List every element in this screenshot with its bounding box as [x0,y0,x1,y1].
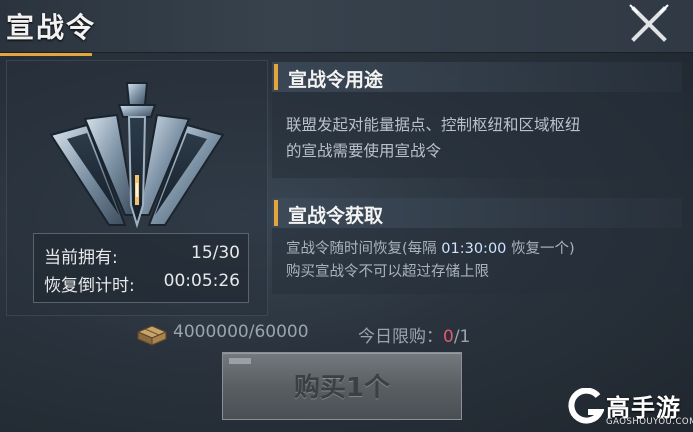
usage-line-2: 的宣战需要使用宣战令 [286,142,442,160]
acquire-prefix: 宣战令随时间恢复(每隔 [286,241,442,257]
usage-title: 宣战令用途 [288,69,384,91]
owned-label: 当前拥有: [44,248,118,268]
resource-crate-icon [136,325,168,346]
acquire-header: 宣战令获取 [272,198,682,228]
buy-label: 购买1个 [293,373,391,403]
limit-total: /1 [453,327,471,347]
stock-box: 当前拥有: 15/30 恢复倒计时: 00:05:26 [33,233,249,303]
limit-used: 0 [443,327,454,347]
timer-label: 恢复倒计时: [44,276,135,296]
usage-section: 宣战令用途 联盟发起对能量据点、控制枢纽和区域枢纽 的宣战需要使用宣战令 [272,62,682,178]
usage-accent-bar [274,64,278,90]
page-title: 宣战令 [6,11,97,44]
watermark-site: GAOSHOUYOU.COM [606,417,693,427]
cost-value: 4000000/60000 [173,322,309,342]
timer-row: 恢复倒计时: 00:05:26 [44,271,240,297]
acquire-line-2: 购买宣战令不可以超过存储上限 [286,264,489,280]
owned-value: 15/30 [191,243,240,263]
title-bar: 宣战令 [0,0,693,53]
token-panel: 当前拥有: 15/30 恢复倒计时: 00:05:26 [6,60,268,316]
close-icon [629,4,669,42]
watermark: 高手游 GAOSHOUYOU.COM [566,384,693,432]
acquire-section: 宣战令获取 宣战令随时间恢复(每隔 01:30:00 恢复一个) 购买宣战令不可… [272,198,682,294]
buy-button[interactable]: 购买1个 [222,352,462,420]
acquire-line-1: 宣战令随时间恢复(每隔 01:30:00 恢复一个) [286,238,575,260]
daily-limit: 今日限购：0/1 [358,322,470,347]
recovery-interval: 01:30:00 [441,241,507,257]
limit-label: 今日限购： [358,327,443,347]
buy-corner-mark [229,358,251,364]
war-emblem-icon [49,82,225,229]
acquire-suffix: 恢复一个) [506,241,575,257]
acquire-title: 宣战令获取 [288,205,384,227]
usage-header: 宣战令用途 [272,62,682,92]
owned-row: 当前拥有: 15/30 [44,243,240,269]
title-underline [0,53,92,56]
close-button[interactable] [624,2,672,46]
acquire-accent-bar [274,200,278,226]
gaoshouyou-logo-icon [568,388,604,424]
usage-line-1: 联盟发起对能量据点、控制枢纽和区域枢纽 [286,116,581,134]
timer-value: 00:05:26 [163,271,240,291]
